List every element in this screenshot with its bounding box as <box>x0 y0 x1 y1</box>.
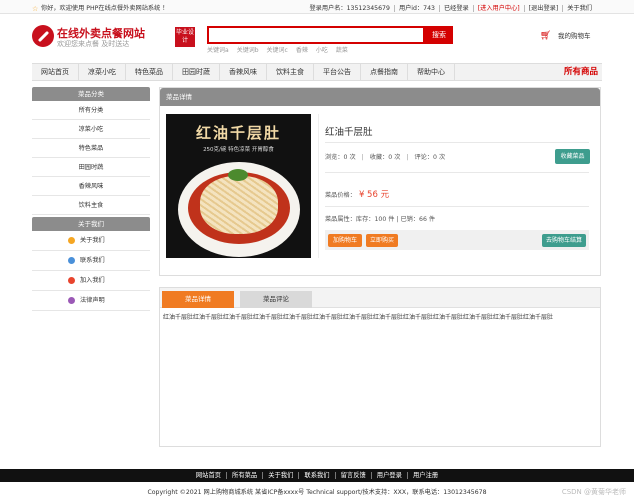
tab-product-detail[interactable]: 菜品详情 <box>162 291 234 308</box>
site-slogan: 欢迎您来点餐 及时送达 <box>57 40 130 48</box>
keyword-link[interactable]: 小吃 <box>316 47 328 54</box>
user-center-link[interactable]: [进入用户中心] <box>472 5 524 12</box>
all-products-link[interactable]: 所有商品 <box>564 64 598 80</box>
action-bar: 加购物车 立即购买 去购物车结算 <box>325 230 589 250</box>
keyword-link[interactable]: 蔬菜 <box>336 47 348 54</box>
sidebar-item-spicy[interactable]: 香辣风味 <box>32 177 150 196</box>
divider <box>325 142 589 143</box>
view-count: 浏览：0 次 <box>325 154 356 161</box>
legal-icon <box>68 297 75 304</box>
footer-nav: 网站首页 所有菜品 关于我们 联系我们 留言反馈 用户登录 用户注册 <box>0 469 634 482</box>
user-id: 用户id：743 <box>393 5 439 12</box>
nav-item-cold-dishes[interactable]: 凉菜小吃 <box>79 64 126 80</box>
favorite-count: 收藏：0 次 <box>369 154 401 161</box>
review-count: 评论：0 次 <box>414 154 446 161</box>
garnish-shape <box>228 169 248 181</box>
keyword-link[interactable]: 关键词a <box>207 47 229 54</box>
product-price: ¥ 56 元 <box>358 190 390 200</box>
category-title: 菜品分类 <box>32 87 150 101</box>
detail-tabs-panel: 菜品详情 菜品评论 红油千层肚红油千层肚红油千层肚红油千层肚红油千层肚红油千层肚… <box>159 287 601 447</box>
info-icon <box>68 237 75 244</box>
footer-link-about[interactable]: 关于我们 <box>262 472 299 479</box>
nav-item-drinks[interactable]: 饮料主食 <box>267 64 314 80</box>
divider <box>325 172 589 173</box>
sidebar-item-legal[interactable]: 法律声明 <box>32 291 150 311</box>
sidebar-item-all[interactable]: 所有分类 <box>32 101 150 120</box>
hot-keywords: 关键词a 关键词b 关键词c 香辣 小吃 蔬菜 <box>207 45 356 54</box>
sidebar-item-join[interactable]: 加入我们 <box>32 271 150 291</box>
top-bar: ☆ 你好，欢迎使用 PHP在线点餐外卖网站系统 ！ 登录用户名：135123456… <box>0 0 634 14</box>
contact-icon <box>68 257 75 264</box>
divider <box>325 206 589 207</box>
footer-link-contact[interactable]: 联系我们 <box>298 472 335 479</box>
footer-link-all-dishes[interactable]: 所有菜品 <box>226 472 263 479</box>
search-button[interactable]: 搜索 <box>425 26 453 44</box>
copyright-text: Copyright ©2021 网上购物商城系统 某省ICP备xxxx号 Tec… <box>147 489 487 496</box>
price-label: 菜品价格： <box>325 192 356 199</box>
cart-label: 我的购物车 <box>558 32 591 40</box>
welcome-text: ☆ 你好，欢迎使用 PHP在线点餐外卖网站系统 ！ <box>32 5 169 13</box>
user-status: 登录用户名：13512345679 用户id：743 已经登录 [进入用户中心] [退出… <box>306 3 596 12</box>
keyword-link[interactable]: 香辣 <box>296 47 308 54</box>
tab-bar: 菜品详情 菜品评论 <box>160 288 600 308</box>
login-user: 登录用户名：13512345679 <box>309 5 390 12</box>
nav-item-spicy[interactable]: 香辣风味 <box>220 64 267 80</box>
nav-item-ordering-guide[interactable]: 点餐指南 <box>361 64 408 80</box>
join-icon <box>68 277 75 284</box>
nav-item-vegetables[interactable]: 田园时蔬 <box>173 64 220 80</box>
photo-title: 红油千层肚 <box>195 124 281 142</box>
logged-in-label: 已经登录 <box>438 5 473 12</box>
sidebar-item-drinks[interactable]: 饮料主食 <box>32 196 150 215</box>
product-detail-panel: 菜品详情 红油千层肚 250克/碗 特色凉菜 开胃醇食 红油千层肚 浏览：0 次… <box>159 87 601 276</box>
about-link[interactable]: 关于我们 <box>562 5 596 12</box>
watermark: CSDN @黄菊华老师 <box>561 488 626 496</box>
sidebar-item-specialty[interactable]: 特色菜品 <box>32 139 150 158</box>
graduation-badge: 毕业设计 <box>175 27 195 47</box>
sidebar: 菜品分类 所有分类 凉菜小吃 特色菜品 田园时蔬 香辣风味 饮料主食 关于我们 … <box>32 87 150 311</box>
product-attributes: 菜品属性：库存：100 件 | 已销：66 件 <box>325 216 436 223</box>
sidebar-item-vegetables[interactable]: 田园时蔬 <box>32 158 150 177</box>
home-icon: ☆ <box>32 5 39 13</box>
logo-icon <box>32 25 54 47</box>
about-title: 关于我们 <box>32 217 150 231</box>
search-input[interactable] <box>207 26 425 44</box>
footer-link-login[interactable]: 用户登录 <box>370 472 407 479</box>
footer-link-feedback[interactable]: 留言反馈 <box>334 472 371 479</box>
product-name: 红油千层肚 <box>325 127 373 138</box>
sidebar-item-contact[interactable]: 联系我们 <box>32 251 150 271</box>
tab-product-reviews[interactable]: 菜品评论 <box>240 291 312 308</box>
footer-link-register[interactable]: 用户注册 <box>406 472 444 479</box>
product-description: 红油千层肚红油千层肚红油千层肚红油千层肚红油千层肚红油千层肚红油千层肚红油千层肚… <box>163 314 554 321</box>
nav-item-announcements[interactable]: 平台公告 <box>314 64 361 80</box>
sidebar-item-cold-dishes[interactable]: 凉菜小吃 <box>32 120 150 139</box>
favorite-button[interactable]: 收藏菜品 <box>555 149 590 164</box>
site-logo[interactable]: 在线外卖点餐网站 欢迎您来点餐 及时送达 毕业设计 <box>32 25 195 49</box>
product-info: 红油千层肚 浏览：0 次 | 收藏：0 次 | 评论：0 次 收藏菜品 菜品价格： ¥ 5… <box>318 114 594 258</box>
photo-subtitle: 250克/碗 特色凉菜 开胃醇食 <box>203 147 274 153</box>
price-row: 菜品价格： ¥ 56 元 <box>325 188 389 200</box>
logout-link[interactable]: [退出登录] <box>523 5 563 12</box>
footer-link-home[interactable]: 网站首页 <box>191 472 226 479</box>
main-nav: 网站首页 凉菜小吃 特色菜品 田园时蔬 香辣风味 饮料主食 平台公告 点餐指南 … <box>32 63 602 81</box>
detail-header: 菜品详情 <box>160 88 600 106</box>
tripe-shape <box>200 176 278 234</box>
checkout-button[interactable]: 去购物车结算 <box>542 234 586 247</box>
my-cart-button[interactable]: 🛒︎ 我的购物车 <box>540 27 615 45</box>
search-bar: 搜索 <box>207 26 453 44</box>
keyword-link[interactable]: 关键词b <box>237 47 259 54</box>
buy-now-button[interactable]: 立即购买 <box>366 234 398 247</box>
cart-icon: 🛒︎ <box>540 31 552 41</box>
nav-item-specialty[interactable]: 特色菜品 <box>126 64 173 80</box>
product-stats: 浏览：0 次 | 收藏：0 次 | 评论：0 次 <box>325 154 446 161</box>
keyword-link[interactable]: 关键词c <box>267 47 288 54</box>
product-photo: 红油千层肚 250克/碗 特色凉菜 开胃醇食 <box>166 114 311 258</box>
nav-item-home[interactable]: 网站首页 <box>32 64 79 80</box>
add-to-cart-button[interactable]: 加购物车 <box>328 234 362 247</box>
nav-item-help[interactable]: 帮助中心 <box>408 64 455 80</box>
sidebar-item-about[interactable]: 关于我们 <box>32 231 150 251</box>
